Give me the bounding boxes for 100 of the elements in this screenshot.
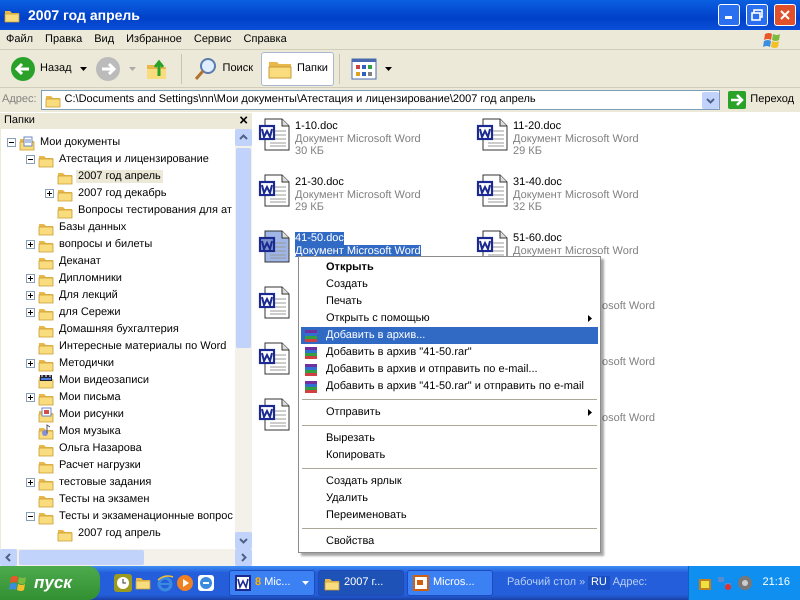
picture-folder-icon[interactable] [38,406,54,422]
documents-folder-icon[interactable] [19,134,35,150]
menu-item[interactable]: Вырезать [301,430,598,447]
media-player-icon[interactable] [176,574,194,592]
tree-item[interactable]: Мои документы [38,136,122,150]
expand-icon[interactable] [26,308,35,317]
dropdown-icon[interactable] [702,92,720,108]
file-name[interactable]: 41-50.doc [295,232,344,244]
tree-item[interactable]: Домашняя бухгалтерия [57,322,181,336]
browser-icon[interactable] [156,574,174,592]
restore-button[interactable] [746,4,768,26]
taskbar-button[interactable]: 2007 г... [318,570,404,596]
tree-item[interactable]: Мои видеозаписи [57,374,152,388]
word-document-icon[interactable] [258,173,292,207]
taskbar-button[interactable]: Micros... [407,570,493,596]
menu-item[interactable]: Свойства [301,533,598,550]
minimize-button[interactable] [718,4,740,26]
menu-item[interactable]: Справка [238,32,293,46]
chevron-button[interactable]: » [579,576,586,590]
search-button[interactable]: Поиск [186,52,260,86]
menu-item[interactable]: Печать [301,293,598,310]
menu-item[interactable]: Добавить в архив... [301,327,598,344]
tree-item[interactable]: Дипломники [57,272,124,286]
close-button[interactable] [774,4,796,26]
scroll-down-icon[interactable] [235,532,252,549]
tree-item[interactable]: Моя музыка [57,424,123,438]
file-name[interactable]: 51-60.doc [513,232,639,244]
collapse-icon[interactable] [7,138,16,147]
expand-icon[interactable] [26,359,35,368]
menu-item[interactable]: Создать ярлык [301,473,598,490]
tree-item[interactable]: Мои рисунки [57,408,126,422]
scroll-left-icon[interactable] [0,549,17,566]
menu-item[interactable]: Создать [301,276,598,293]
menu-item[interactable]: Копировать [301,447,598,464]
vertical-scrollbar[interactable] [235,129,252,549]
tree-item[interactable]: Интересные материалы по Word [57,340,228,354]
file-name[interactable]: 1-10.doc [295,120,421,132]
word-document-icon[interactable] [258,229,292,263]
folders-button[interactable]: Папки [261,52,334,86]
menu-item[interactable]: Сервис [188,32,238,46]
tree-item[interactable]: Расчет нагрузки [57,458,143,472]
tree-item[interactable]: Атестация и лицензирование [57,152,211,166]
expand-icon[interactable] [26,393,35,402]
menu-item[interactable]: Файл [0,32,40,46]
address-field[interactable]: C:\Documents and Settings\nn\Мои документы\Атестация и лицензирование\2007 год апрель [40,90,720,110]
menu-item[interactable]: Избранное [120,32,188,46]
menu-item[interactable]: Добавить в архив "41-50.rar" [301,344,598,361]
tree-item[interactable]: тестовые задания [57,476,154,490]
word-document-icon[interactable] [258,117,292,151]
clock-icon[interactable] [114,574,132,592]
tree-item[interactable]: Ольга Назарова [57,442,144,456]
tree-item[interactable]: 2007 год декабрь [76,186,169,200]
tree-item[interactable]: 2007 год апрель [76,526,163,540]
menu-item[interactable]: Вид [88,32,120,46]
menu-item[interactable]: Добавить в архив и отправить по e-mail... [301,361,598,378]
expand-icon[interactable] [45,189,54,198]
menu-item[interactable]: Правка [39,32,88,46]
word-document-icon[interactable] [258,285,292,319]
word-document-icon[interactable] [476,117,510,151]
tree-item[interactable]: Тесты и экзаменационные вопрос [57,510,235,524]
speaker-icon[interactable] [736,575,753,591]
tree-item[interactable]: вопросы и билеты [57,238,154,252]
taskbar-button[interactable]: 8 Mic... [229,570,315,596]
menu-item[interactable]: Добавить в архив "41-50.rar" и отправить по e-mail [301,378,598,395]
caret-icon[interactable] [80,66,87,70]
menu-item[interactable]: Открыть с помощью [301,310,598,327]
word-document-icon[interactable] [258,397,292,431]
word-document-icon[interactable] [258,341,292,375]
collapse-icon[interactable] [26,155,35,164]
file-name[interactable]: 31-40.doc [513,176,639,188]
collapse-icon[interactable] [26,512,35,521]
expand-icon[interactable] [26,291,35,300]
scroll-up-icon[interactable] [235,129,252,146]
film-folder-icon[interactable] [38,372,54,388]
file-name[interactable]: 11-20.doc [513,120,639,132]
tree-item[interactable]: Тесты на экзамен [57,492,152,506]
scroll-right-icon[interactable] [235,549,252,566]
language-indicator[interactable]: RU [588,576,610,590]
expand-icon[interactable] [26,478,35,487]
menu-item[interactable]: Удалить [301,490,598,507]
expand-icon[interactable] [26,240,35,249]
tree-item[interactable]: Базы данных [57,220,128,234]
close-button[interactable]: × [239,112,248,130]
file-name[interactable]: 21-30.doc [295,176,421,188]
tree-item[interactable]: Мои письма [57,390,123,404]
back-button[interactable]: Назад [4,52,78,86]
tree-item[interactable]: Вопросы тестирования для ат [76,204,234,218]
menu-item[interactable]: Открыть [301,259,598,276]
tree-item[interactable]: Деканат [57,254,103,268]
word-document-icon[interactable] [476,173,510,207]
menu-item[interactable]: Переименовать [301,507,598,524]
tree-item[interactable]: Методички [57,356,116,370]
expand-icon[interactable] [26,274,35,283]
caret-icon[interactable] [384,66,392,70]
tree-item[interactable]: Для лекций [57,288,120,302]
menu-item[interactable]: Отправить [301,404,598,421]
tree-item[interactable]: для Сережи [57,306,123,320]
music-folder-icon[interactable] [38,424,54,440]
horizontal-scrollbar[interactable] [0,549,252,566]
go-button[interactable]: Переход [724,91,798,109]
